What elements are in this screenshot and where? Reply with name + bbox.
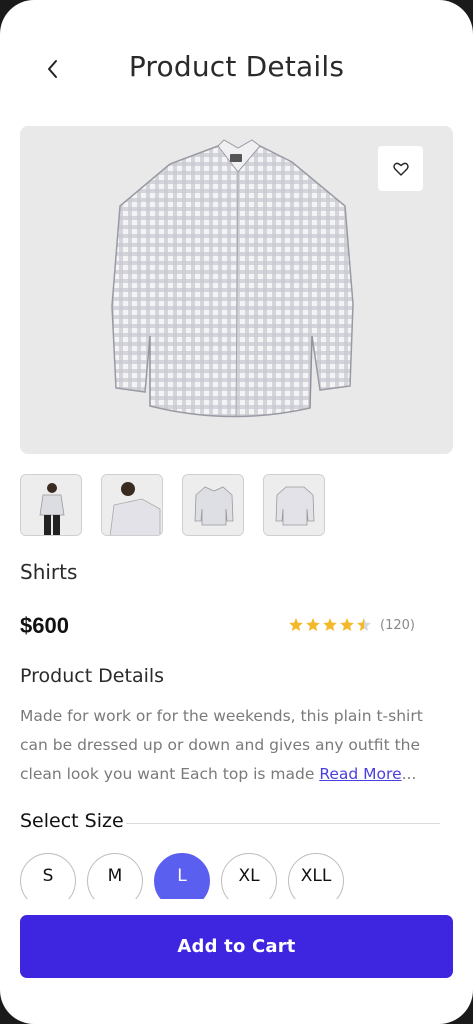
size-header: Select Size [20,808,440,834]
thumbnail-strip [20,474,325,536]
size-option-l[interactable]: L [154,853,210,899]
product-image [20,126,453,454]
star-full-icon [323,618,337,631]
product-description: Made for work or for the weekends, this … [20,702,450,789]
thumbnail-shirt-back[interactable] [263,474,325,536]
star-full-icon [289,618,303,631]
thumbnail-model-side[interactable] [101,474,163,536]
model-front-image [21,475,81,535]
size-selector: S M L XL XLL [20,853,360,899]
thumbnail-shirt-front[interactable] [182,474,244,536]
size-options: S M L XL XLL [20,853,360,899]
shirt-back-image [264,475,324,535]
size-option-xll[interactable]: XLL [288,853,344,899]
divider [125,822,440,824]
size-option-xl[interactable]: XL [221,853,277,899]
star-full-icon [340,618,354,631]
details-title: Product Details [20,665,165,687]
star-rating [288,617,372,633]
review-count: (120) [380,617,415,633]
star-full-icon [306,618,320,631]
phone-screen: Product Details Shirts $600 (120) Produc… [0,0,473,1024]
product-category: Shirts [20,560,78,584]
model-side-image [102,475,162,535]
favorite-button[interactable] [378,146,423,191]
shirt-front-image [183,475,243,535]
header: Product Details [0,40,473,98]
heart-outline-icon [392,162,409,176]
star-half-icon [357,618,371,631]
rating: (120) [288,617,415,633]
size-option-m[interactable]: M [87,853,143,899]
size-option-s[interactable]: S [20,853,76,899]
product-price: $600 [20,613,69,638]
page-title: Product Details [128,50,345,83]
thumbnail-model-front[interactable] [20,474,82,536]
add-to-cart-button[interactable]: Add to Cart [20,915,453,978]
ellipsis: ... [401,765,417,783]
size-title: Select Size [20,810,124,832]
read-more-link[interactable]: Read More [319,765,401,783]
